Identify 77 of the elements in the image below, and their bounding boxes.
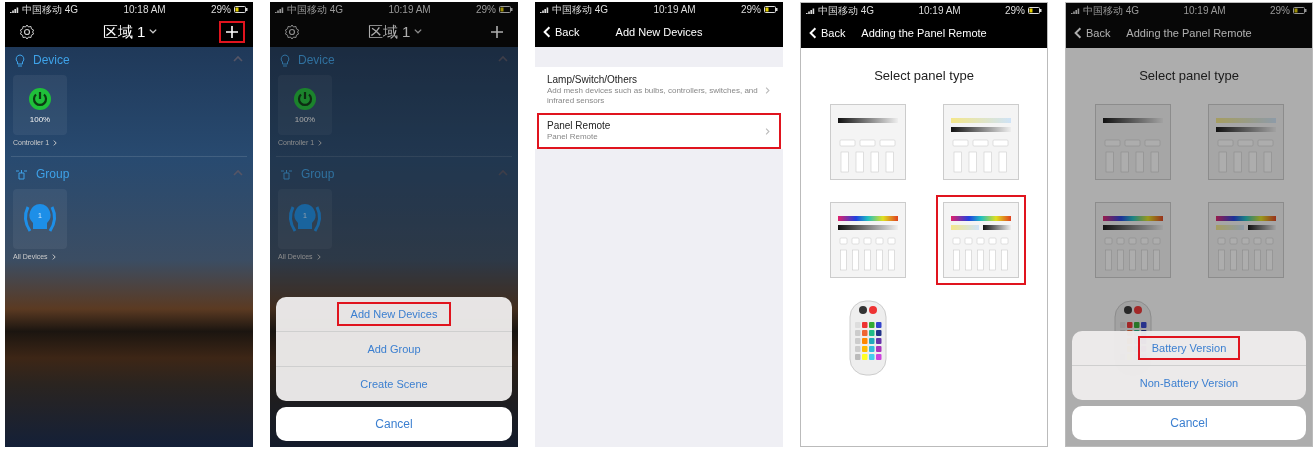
plus-icon (225, 25, 239, 39)
battery-percent: 29% (1005, 5, 1025, 16)
power-icon (28, 86, 52, 111)
cancel-button[interactable]: Cancel (276, 407, 512, 441)
section-title: Device (33, 53, 71, 67)
back-chevron-icon (807, 27, 819, 39)
list-item[interactable]: Panel Remote Panel Remote (537, 113, 781, 149)
clock-time: 10:19 AM (918, 5, 961, 16)
signal-icon (806, 7, 815, 14)
settings-icon (284, 24, 300, 40)
signal-icon (275, 6, 284, 13)
nav-title: Adding the Panel Remote (860, 27, 988, 39)
dropdown-caret-icon (414, 28, 423, 36)
back-button[interactable]: Back (807, 27, 846, 39)
carrier-label: 中国移动 4G (818, 3, 875, 18)
battery-icon (499, 6, 513, 13)
item-title: Lamp/Switch/Others (547, 74, 639, 85)
battery-percent: 29% (1270, 5, 1290, 16)
clock-time: 10:19 AM (1183, 5, 1226, 16)
section-title: Group (36, 167, 71, 181)
carrier-label: 中国移动 4G (1083, 3, 1140, 18)
power-icon (293, 86, 317, 111)
add-button[interactable] (219, 21, 245, 43)
plus-icon (490, 25, 504, 39)
clock-time: 10:18 AM (123, 4, 166, 15)
back-chevron-icon (1072, 27, 1084, 39)
cancel-button[interactable]: Cancel (1072, 406, 1306, 440)
sheet-option[interactable]: Battery Version (1137, 336, 1241, 360)
chevron-right-icon (52, 139, 59, 146)
nav-title: Adding the Panel Remote (1125, 27, 1253, 39)
clock-time: 10:19 AM (653, 4, 696, 15)
battery-icon (234, 6, 248, 13)
group-icon (15, 168, 28, 180)
brightness-reading: 100% (294, 114, 316, 124)
page-heading: Select panel type (873, 68, 975, 83)
clock-time: 10:19 AM (388, 4, 431, 15)
group-icon (280, 168, 293, 180)
back-chevron-icon (541, 26, 553, 38)
chevron-right-icon (764, 127, 771, 135)
battery-percent: 29% (476, 4, 496, 15)
chevron-right-icon (50, 253, 57, 260)
sheet-option[interactable]: Add Group (353, 337, 435, 361)
page-heading: Select panel type (1138, 68, 1240, 83)
item-subtitle: Panel Remote (547, 132, 599, 142)
item-subtitle: Add mesh devices such as bulbs, controllers, switches, and infrared sensors (547, 86, 759, 106)
chevron-right-icon (317, 139, 324, 146)
carrier-label: 中国移动 4G (287, 2, 344, 17)
settings-icon (19, 24, 35, 40)
carrier-label: 中国移动 4G (22, 2, 79, 17)
battery-percent: 29% (741, 4, 761, 15)
panel-type-option[interactable] (935, 195, 1026, 285)
battery-icon (764, 6, 778, 13)
carrier-label: 中国移动 4G (552, 2, 609, 17)
battery-percent: 29% (211, 4, 231, 15)
sheet-option[interactable]: Add New Devices (336, 302, 452, 326)
brightness-reading: 100% (29, 114, 51, 124)
sheet-option[interactable]: Non-Battery Version (1125, 371, 1253, 395)
area-selector[interactable]: 区域 1 (102, 22, 158, 42)
item-title: Panel Remote (547, 120, 612, 131)
area-selector[interactable]: 区域 1 (367, 22, 423, 42)
signal-icon (10, 6, 19, 13)
signal-icon (540, 6, 549, 13)
dropdown-caret-icon (149, 28, 158, 36)
tile-card[interactable]: 100% (13, 75, 67, 135)
lightbulb-icon (15, 53, 25, 67)
back-button[interactable]: Back (541, 26, 580, 38)
back-button[interactable]: Back (1072, 27, 1111, 39)
signal-icon (1071, 7, 1080, 14)
chevron-right-icon (315, 253, 322, 260)
battery-icon (1293, 7, 1307, 14)
nav-title: Add New Devices (614, 26, 704, 38)
lightbulb-icon (280, 53, 290, 67)
chevron-right-icon (764, 86, 771, 94)
battery-icon (1028, 7, 1042, 14)
sheet-option[interactable]: Create Scene (346, 372, 442, 396)
section-title: Device (298, 53, 336, 67)
section-title: Group (301, 167, 336, 181)
